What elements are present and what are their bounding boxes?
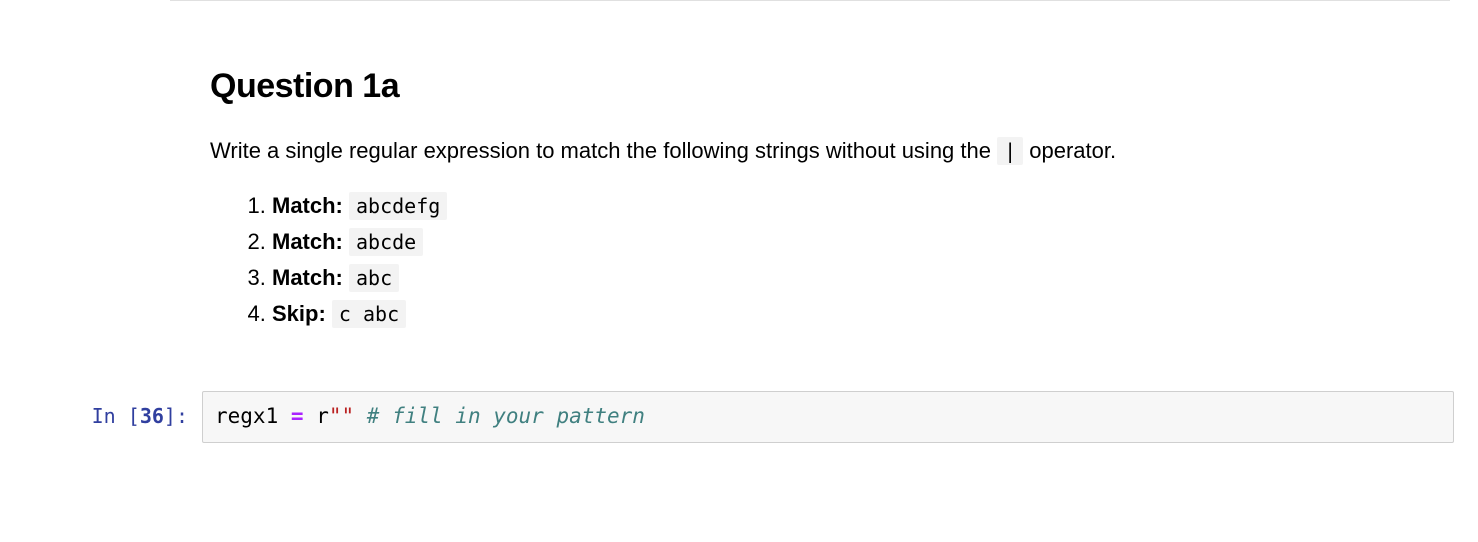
notebook-container: Question 1a Write a single regular expre…: [0, 1, 1478, 443]
item-value: abcde: [349, 228, 423, 256]
item-value: abc: [349, 264, 399, 292]
prompt-number: 36: [140, 404, 164, 428]
list-item: Skip: c abc: [272, 297, 1420, 331]
list-item: Match: abcdefg: [272, 189, 1420, 223]
code-comment: # fill in your pattern: [367, 404, 645, 428]
prompt-suffix: ]:: [164, 404, 188, 428]
question-description: Write a single regular expression to mat…: [210, 134, 1420, 167]
item-label: Skip:: [272, 301, 326, 326]
question-heading: Question 1a: [210, 61, 1420, 112]
code-input-area[interactable]: regx1 = r"" # fill in your pattern: [202, 391, 1454, 442]
item-label: Match:: [272, 193, 343, 218]
item-value: abcdefg: [349, 192, 447, 220]
criteria-list: Match: abcdefg Match: abcde Match: abc S…: [272, 189, 1420, 331]
item-value: c abc: [332, 300, 406, 328]
code-string: "": [329, 404, 354, 428]
description-prefix: Write a single regular expression to mat…: [210, 138, 997, 163]
list-item: Match: abcde: [272, 225, 1420, 259]
item-label: Match:: [272, 265, 343, 290]
prompt-prefix: In [: [92, 404, 140, 428]
code-string-prefix: r: [316, 404, 329, 428]
operator-code: |: [997, 137, 1023, 165]
item-label: Match:: [272, 229, 343, 254]
markdown-cell: Question 1a Write a single regular expre…: [210, 21, 1450, 331]
list-item: Match: abc: [272, 261, 1420, 295]
code-variable: regx1: [215, 404, 278, 428]
code-operator: =: [291, 404, 304, 428]
description-suffix: operator.: [1023, 138, 1116, 163]
code-cell-row: In [36]: regx1 = r"" # fill in your patt…: [32, 391, 1478, 442]
input-prompt: In [36]:: [32, 391, 202, 431]
